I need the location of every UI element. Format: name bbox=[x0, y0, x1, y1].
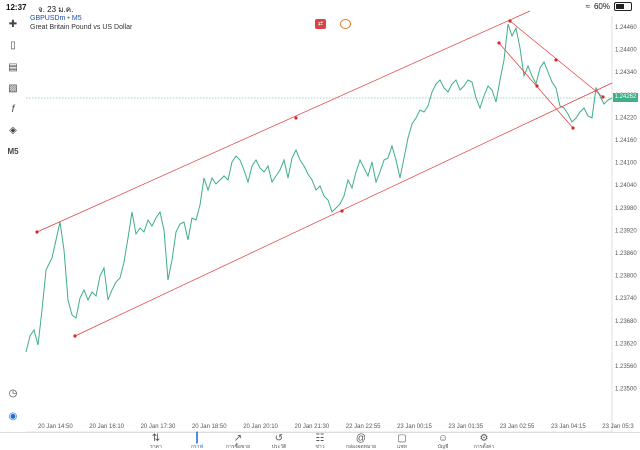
price-tick-label: 1.23740 bbox=[615, 296, 637, 302]
price-tick-label: 1.24040 bbox=[615, 183, 637, 189]
nav-label: บัญชี bbox=[437, 444, 449, 450]
price-tick-label: 1.23800 bbox=[615, 274, 637, 280]
channel-upper-line[interactable] bbox=[36, 10, 531, 233]
nav-label: ข่าว bbox=[315, 444, 325, 450]
price-tick-label: 1.23680 bbox=[615, 319, 637, 325]
time-tick-label: 23 Jan 04:15 bbox=[551, 424, 586, 430]
trendline-anchor-points[interactable] bbox=[35, 19, 605, 338]
news-icon: ☷ bbox=[315, 433, 325, 444]
account-icon: ☺ bbox=[437, 433, 449, 444]
nav-item-chart[interactable]: ┃ กราฟ bbox=[177, 433, 217, 450]
price-tick-label: 1.24400 bbox=[615, 48, 637, 54]
price-chart[interactable]: 1.244601.244001.243401.242801.242201.241… bbox=[0, 0, 640, 432]
nav-label: กล่องจดหมาย bbox=[345, 444, 377, 450]
nav-item-news[interactable]: ☷ ข่าว bbox=[300, 433, 340, 450]
bottom-navigation: ⇅ ราคา ┃ กราฟ ↗ การซื้อขาย ↺ ประวัติ ☷ ข่าว @ กล่อง… bbox=[0, 432, 640, 450]
nav-item-account[interactable]: ☺ บัญชี bbox=[423, 433, 463, 450]
nav-label: แชท bbox=[397, 444, 407, 450]
nav-item-quotes[interactable]: ⇅ ราคา bbox=[136, 433, 176, 450]
chart-icon: ┃ bbox=[193, 433, 201, 444]
price-tick-label: 1.24100 bbox=[615, 161, 637, 167]
price-tick-label: 1.23620 bbox=[615, 341, 637, 347]
chat-icon: ▢ bbox=[397, 433, 407, 444]
time-tick-label: 23 Jan 00:15 bbox=[397, 424, 432, 430]
nav-label: กราฟ bbox=[190, 444, 204, 450]
time-tick-label: 20 Jan 18:50 bbox=[192, 424, 227, 430]
nav-item-history[interactable]: ↺ ประวัติ bbox=[259, 433, 299, 450]
nav-label: ราคา bbox=[150, 444, 162, 450]
price-tick-label: 1.23860 bbox=[615, 251, 637, 257]
settings-icon: ⚙ bbox=[479, 433, 489, 444]
time-tick-label: 20 Jan 14:50 bbox=[38, 424, 73, 430]
price-tick-label: 1.23920 bbox=[615, 228, 637, 234]
time-tick-label: 23 Jan 02:55 bbox=[500, 424, 535, 430]
price-tick-label: 1.24340 bbox=[615, 70, 637, 76]
price-tick-label: 1.24460 bbox=[615, 25, 637, 31]
nav-item-mailbox[interactable]: @ กล่องจดหมาย bbox=[341, 433, 381, 450]
time-tick-label: 20 Jan 16:10 bbox=[89, 424, 124, 430]
time-tick-label: 23 Jan 05:3 bbox=[602, 424, 634, 430]
nav-item-settings[interactable]: ⚙ การตั้งค่า bbox=[464, 433, 504, 450]
quotes-icon: ⇅ bbox=[151, 433, 161, 444]
time-tick-label: 23 Jan 01:35 bbox=[448, 424, 483, 430]
price-axis: 1.244601.244001.243401.242801.242201.241… bbox=[615, 25, 637, 393]
price-tick-label: 1.23500 bbox=[615, 387, 637, 393]
nav-label: ประวัติ bbox=[271, 444, 287, 450]
nav-label: การตั้งค่า bbox=[473, 444, 495, 450]
trade-icon: ↗ bbox=[233, 433, 243, 444]
time-axis: 20 Jan 14:50 20 Jan 16:10 20 Jan 17:30 20 J… bbox=[38, 424, 634, 430]
time-tick-label: 22 Jan 22:55 bbox=[346, 424, 381, 430]
time-tick-label: 20 Jan 21:30 bbox=[295, 424, 330, 430]
time-tick-label: 20 Jan 17:30 bbox=[141, 424, 176, 430]
nav-label: การซื้อขาย bbox=[225, 444, 251, 450]
price-tick-label: 1.23980 bbox=[615, 206, 637, 212]
channel-lower-line[interactable] bbox=[74, 82, 613, 337]
time-tick-label: 20 Jan 20:10 bbox=[243, 424, 278, 430]
nav-item-chat[interactable]: ▢ แชท bbox=[382, 433, 422, 450]
nav-item-trade[interactable]: ↗ การซื้อขาย bbox=[218, 433, 258, 450]
price-tick-label: 1.23560 bbox=[615, 364, 637, 370]
price-series-line bbox=[25, 23, 613, 353]
current-price-tag: 1.24262 bbox=[613, 93, 638, 102]
history-icon: ↺ bbox=[274, 433, 284, 444]
price-tick-label: 1.24160 bbox=[615, 138, 637, 144]
price-tick-label: 1.24220 bbox=[615, 115, 637, 121]
mailbox-icon: @ bbox=[355, 433, 367, 444]
